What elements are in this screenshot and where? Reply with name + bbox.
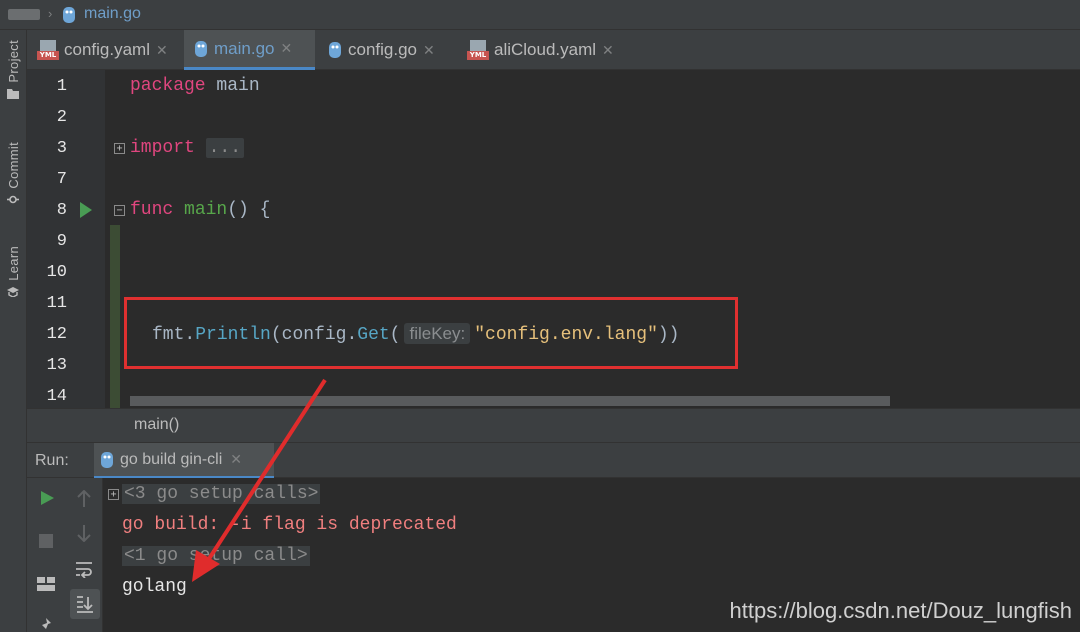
annotation-arrow [192, 378, 327, 582]
watermark: https://blog.csdn.net/Douz_lungfish [729, 598, 1072, 623]
